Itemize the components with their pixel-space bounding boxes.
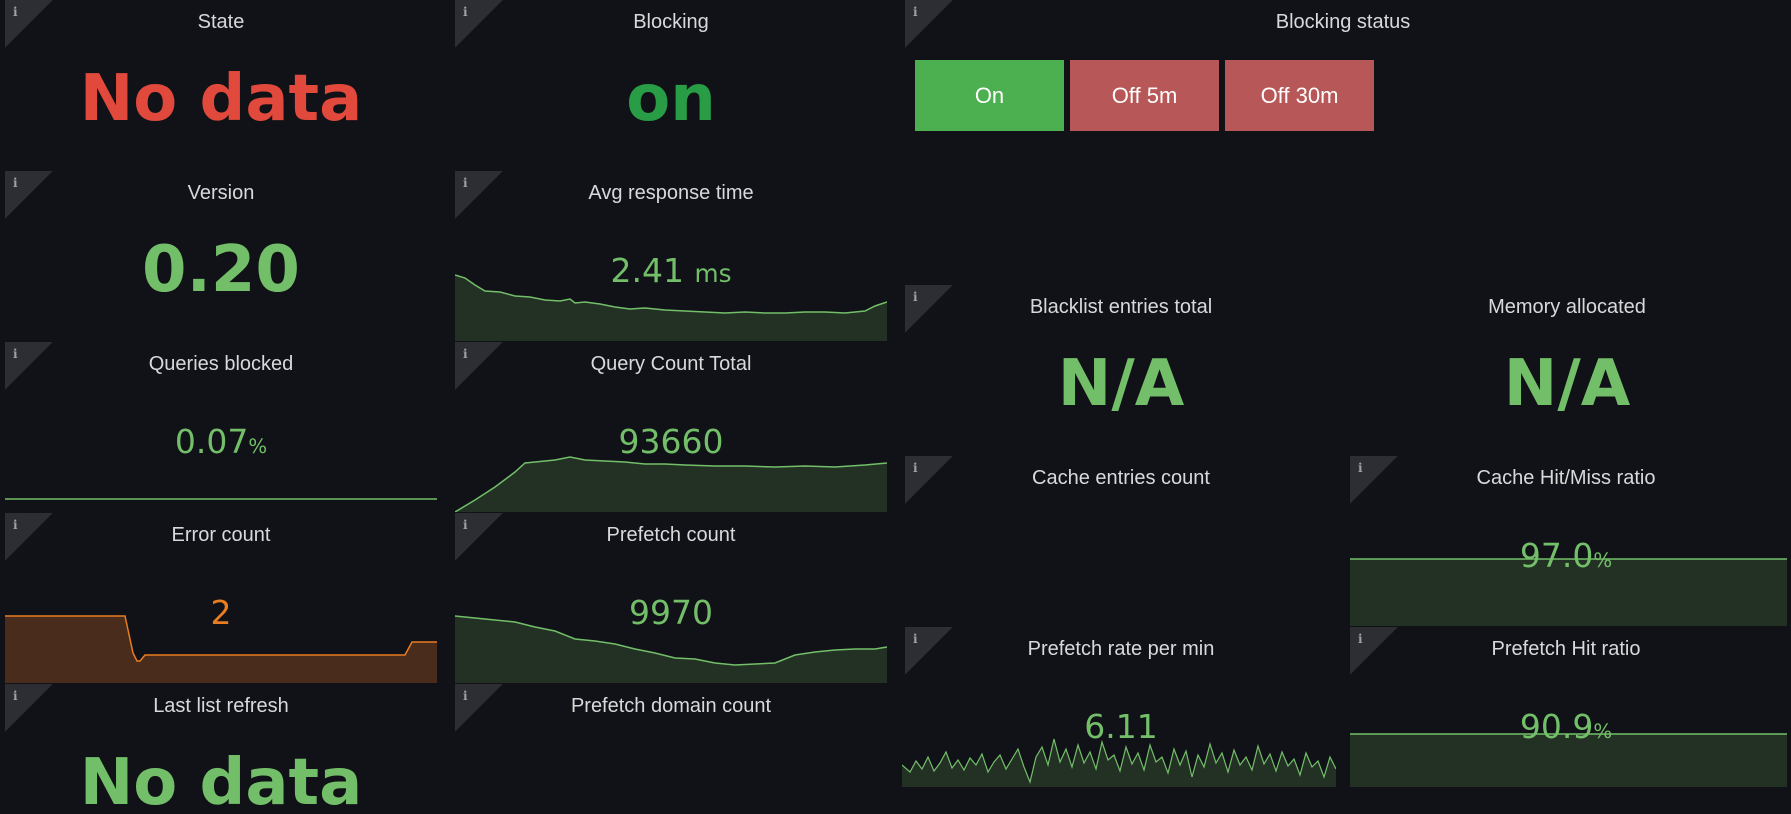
stat-value: 0.07%	[0, 422, 442, 461]
blocking-off-5m-button[interactable]: Off 5m	[1070, 60, 1219, 131]
stat-value: No data	[79, 746, 363, 814]
sparkline-area	[455, 457, 887, 512]
panel-title: Error count	[171, 524, 271, 546]
panel-query-count-total: i Query Count Total 93660	[450, 342, 892, 513]
panel-prefetch-rate: i Prefetch rate per min 6.11	[900, 627, 1342, 798]
panel-queries-blocked: i Queries blocked 0.07%	[0, 342, 442, 513]
stat-unit: %	[248, 435, 268, 458]
panel-blocking-status: i Blocking status On Off 5m Off 30m	[900, 0, 1786, 285]
stat-value: 6.11	[1084, 707, 1158, 746]
panel-title: Cache Hit/Miss ratio	[1476, 467, 1656, 489]
panel-title: Blocking status	[1275, 11, 1411, 33]
sparkline	[5, 498, 437, 500]
panel-last-list-refresh: i Last list refresh No data	[0, 684, 442, 814]
panel-prefetch-count: i Prefetch count 9970	[450, 513, 892, 684]
stat-number: 2.41	[610, 251, 684, 290]
stat-number: 97.0	[1519, 536, 1594, 575]
stat-unit: %	[1593, 720, 1613, 743]
panel-title: Memory allocated	[1488, 296, 1646, 318]
panel-state: i State No data	[0, 0, 442, 171]
blocking-off-30m-button[interactable]: Off 30m	[1225, 60, 1374, 131]
panel-title: Prefetch rate per min	[1027, 638, 1215, 660]
panel-prefetch-hit-ratio: i Prefetch Hit ratio 90.9%	[1345, 627, 1787, 798]
stat-value: 97.0%	[1345, 536, 1787, 575]
panel-title: Blacklist entries total	[1029, 296, 1213, 318]
stat-value: 93660	[618, 422, 724, 461]
stat-number: 90.9	[1519, 707, 1594, 746]
panel-prefetch-domain-count: i Prefetch domain count	[450, 684, 892, 814]
blocking-on-button[interactable]: On	[915, 60, 1064, 131]
panel-title: Queries blocked	[148, 353, 294, 375]
panel-title: Query Count Total	[590, 353, 752, 375]
panel-cache-entries-count: i Cache entries count	[900, 456, 1342, 627]
panel-title: Version	[187, 182, 255, 204]
panel-title: Prefetch domain count	[570, 695, 772, 717]
stat-value: 90.9%	[1345, 707, 1787, 746]
stat-value: 2.41 ms	[450, 251, 892, 290]
panel-cache-hit-ratio: i Cache Hit/Miss ratio 97.0%	[1345, 456, 1787, 627]
panel-title: Prefetch Hit ratio	[1491, 638, 1641, 660]
stat-unit: ms	[694, 259, 732, 288]
stat-unit: %	[1593, 549, 1613, 572]
panel-title: Avg response time	[588, 182, 754, 204]
panel-title: Cache entries count	[1032, 467, 1210, 489]
panel-blocking: i Blocking on	[450, 0, 892, 171]
panel-title: Prefetch count	[606, 524, 736, 546]
panel-memory-allocated: Memory allocated N/A	[1346, 285, 1788, 456]
stat-value: 9970	[629, 593, 713, 632]
sparkline-area	[5, 616, 437, 683]
stat-value: N/A	[1503, 347, 1631, 421]
panel-title: Blocking	[633, 11, 709, 33]
panel-error-count: i Error count 2	[0, 513, 442, 684]
stat-value: N/A	[1057, 347, 1185, 421]
stat-value: 0.20	[142, 233, 300, 307]
panel-blacklist-entries: i Blacklist entries total N/A	[900, 285, 1342, 456]
panel-version: i Version 0.20	[0, 171, 442, 342]
panel-avg-response-time: i Avg response time 2.41 ms	[450, 171, 892, 342]
stat-value: on	[626, 62, 716, 136]
stat-number: 0.07	[174, 422, 249, 461]
panel-title: State	[197, 11, 245, 33]
panel-title: Last list refresh	[153, 695, 289, 717]
sparkline	[5, 615, 437, 683]
stat-value: No data	[79, 62, 363, 136]
